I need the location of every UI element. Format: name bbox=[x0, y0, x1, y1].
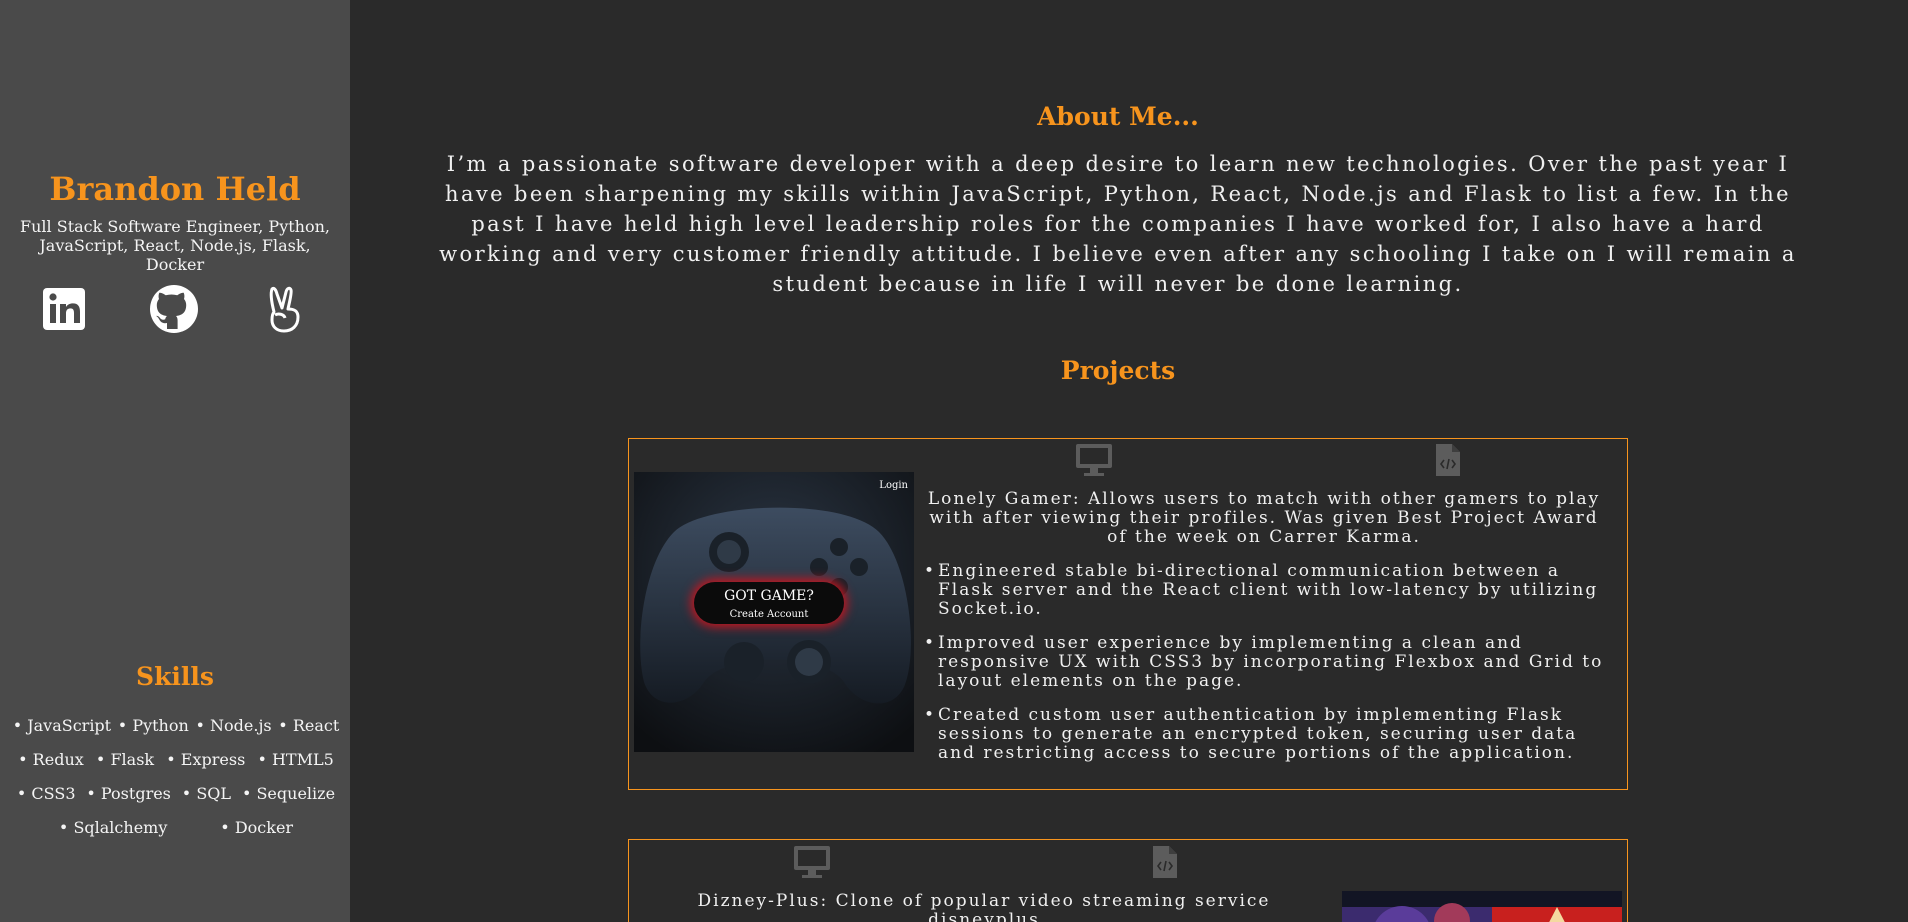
skills-row: • Sqlalchemy • Docker bbox=[6, 810, 346, 844]
skill-item: • Flask bbox=[95, 749, 155, 769]
skill-item: • JavaScript bbox=[12, 715, 112, 735]
skills-row: • Redux • Flask • Express • HTML5 bbox=[6, 742, 346, 776]
linkedin-icon[interactable] bbox=[39, 284, 89, 334]
skill-item: • Sequelize bbox=[241, 783, 336, 803]
about-title: About Me... bbox=[1037, 102, 1199, 131]
project-description: Lonely Gamer: Allows users to match with… bbox=[927, 489, 1601, 547]
angellist-icon[interactable] bbox=[260, 284, 310, 334]
skill-item: • Sqlalchemy bbox=[58, 817, 168, 837]
skill-item: • Node.js bbox=[195, 715, 272, 735]
skill-item: • CSS3 bbox=[16, 783, 76, 803]
skill-item: • HTML5 bbox=[257, 749, 334, 769]
main-content: About Me... I’m a passionate software de… bbox=[350, 0, 1908, 922]
project-bullet: Created custom user authentication by im… bbox=[924, 706, 1614, 763]
code-file-icon[interactable] bbox=[1152, 845, 1178, 883]
skills-row: • JavaScript • Python • Node.js • React bbox=[6, 708, 346, 742]
monitor-icon[interactable] bbox=[1075, 443, 1113, 481]
project-card: Dizney-Plus: Clone of popular video stre… bbox=[628, 839, 1628, 922]
code-file-icon[interactable] bbox=[1435, 443, 1461, 481]
skill-item: • React bbox=[278, 715, 340, 735]
projects-title: Projects bbox=[1060, 356, 1176, 385]
project-description: Dizney-Plus: Clone of popular video stre… bbox=[697, 891, 1271, 922]
sidebar: Brandon Held Full Stack Software Enginee… bbox=[0, 0, 350, 922]
skill-item: • Docker bbox=[220, 817, 294, 837]
skill-item: • SQL bbox=[181, 783, 232, 803]
skill-item: • Redux bbox=[18, 749, 84, 769]
github-icon[interactable] bbox=[149, 284, 199, 334]
create-account-label: Create Account bbox=[729, 609, 809, 620]
skills-title: Skills bbox=[136, 662, 214, 691]
skill-item: • Python bbox=[117, 715, 189, 735]
login-link: Login bbox=[879, 480, 908, 491]
skills-row: • CSS3 • Postgres • SQL • Sequelize bbox=[6, 776, 346, 810]
project-bullet: Improved user experience by implementing… bbox=[924, 634, 1614, 691]
project-screenshot[interactable] bbox=[1342, 891, 1622, 922]
got-game-headline: GOT GAME? bbox=[724, 588, 814, 604]
monitor-icon[interactable] bbox=[793, 845, 831, 883]
skills-list: • JavaScript • Python • Node.js • React … bbox=[6, 708, 346, 844]
project-screenshot[interactable]: Login GOT GAME? Create Account bbox=[634, 472, 914, 752]
social-links bbox=[0, 284, 350, 336]
skill-item: • Postgres bbox=[86, 783, 171, 803]
profile-subtitle: Full Stack Software Engineer, Python, Ja… bbox=[20, 217, 330, 274]
project-card: Login GOT GAME? Create Account Lonely Ga… bbox=[628, 438, 1628, 790]
about-text: I’m a passionate software developer with… bbox=[439, 152, 1797, 296]
profile-name: Brandon Held bbox=[49, 170, 301, 208]
skill-item: • Express bbox=[166, 749, 246, 769]
project-bullet: Engineered stable bi-directional communi… bbox=[924, 562, 1614, 619]
project-bullets: Engineered stable bi-directional communi… bbox=[924, 562, 1614, 778]
disney-plus-image bbox=[1342, 891, 1622, 922]
